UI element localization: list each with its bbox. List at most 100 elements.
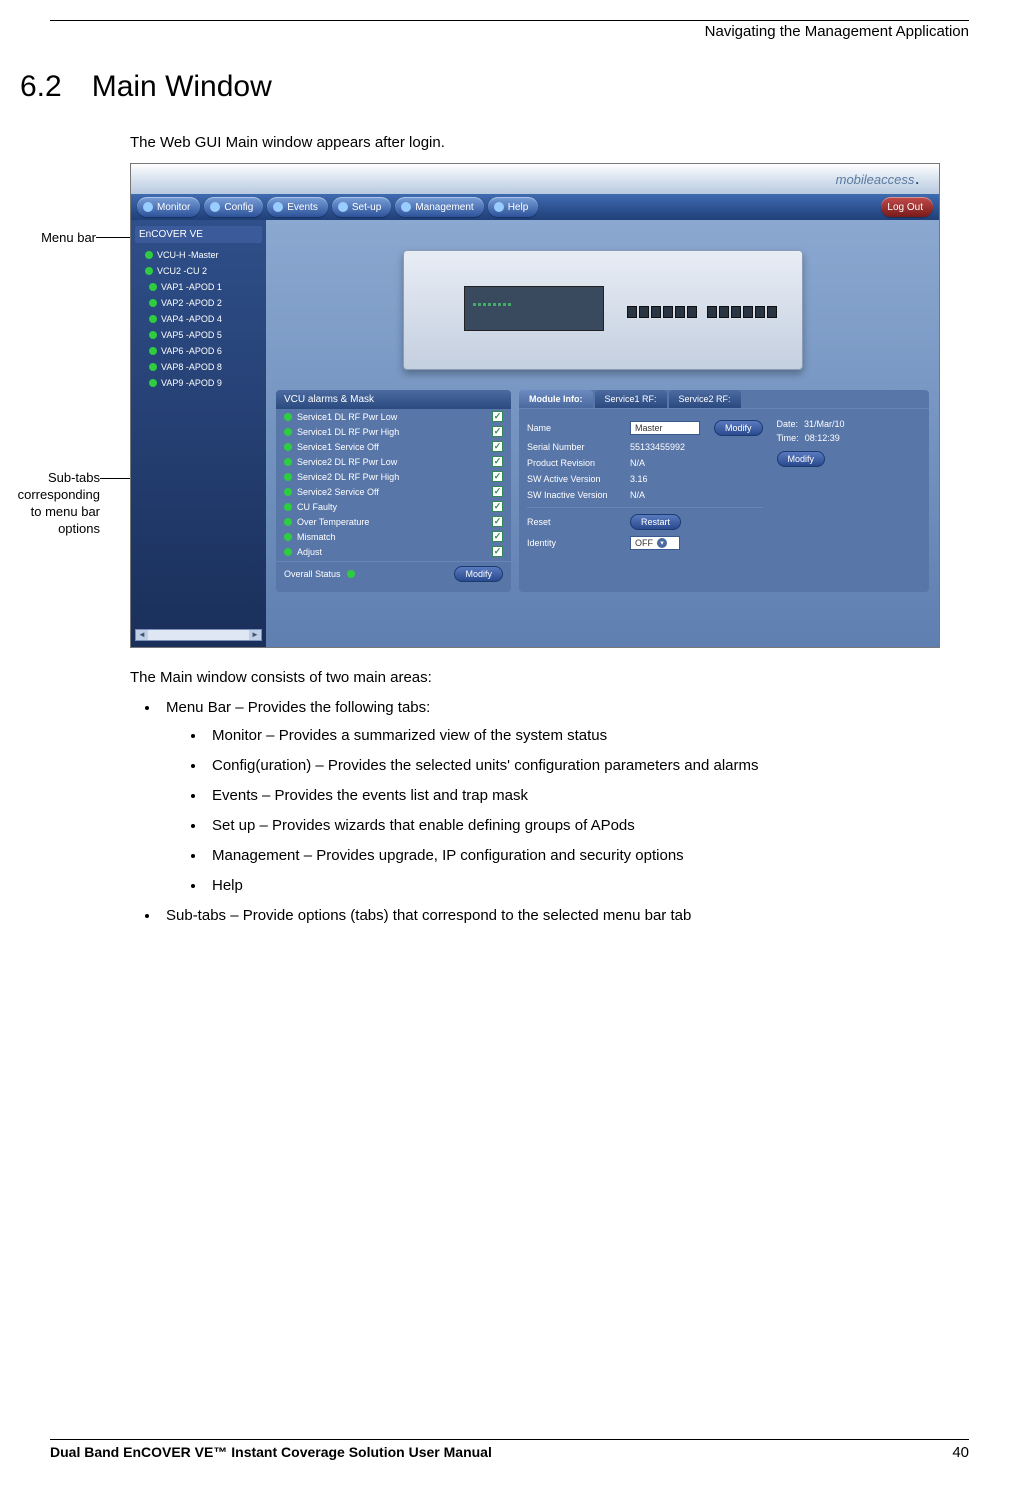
tab-service1-rf[interactable]: Service1 RF:: [595, 390, 667, 408]
alarm-checkbox[interactable]: ✓: [492, 441, 503, 452]
menu-management[interactable]: Management: [395, 197, 483, 217]
alarm-row: CU Faulty✓: [276, 499, 511, 514]
brand-banner: mobileaccess.: [131, 164, 939, 194]
status-dot-icon: [284, 458, 292, 466]
tree-node[interactable]: VAP9 -APOD 9: [135, 375, 262, 391]
datetime-modify-button[interactable]: Modify: [777, 451, 826, 467]
date-time-block: Date:31/Mar/10 Time:08:12:39 Modify: [777, 417, 845, 553]
sub-bullet: Set up – Provides wizards that enable de…: [206, 814, 969, 838]
lead-text: The Main window consists of two main are…: [130, 666, 969, 690]
tree-node-label: VAP9 -APOD 9: [161, 378, 222, 388]
scroll-left-icon[interactable]: ◄: [136, 630, 148, 640]
sav-label: SW Active Version: [527, 474, 622, 484]
scroll-right-icon[interactable]: ►: [249, 630, 261, 640]
monitor-icon: [143, 202, 153, 212]
logout-button[interactable]: Log Out: [881, 197, 933, 217]
sub-bullet: Events – Provides the events list and tr…: [206, 784, 969, 808]
alarm-checkbox[interactable]: ✓: [492, 516, 503, 527]
date-label: Date:: [777, 419, 799, 429]
section-number: 6.2: [20, 70, 62, 103]
status-dot-icon: [284, 533, 292, 541]
tab-service2-rf[interactable]: Service2 RF:: [669, 390, 741, 408]
tree-node-label: VCU2 -CU 2: [157, 266, 207, 276]
bullet-menu-bar: Menu Bar – Provides the following tabs: …: [160, 696, 969, 898]
menu-config[interactable]: Config: [204, 197, 263, 217]
tree-node-label: VAP5 -APOD 5: [161, 330, 222, 340]
module-info-panel: Module Info: Service1 RF: Service2 RF: N…: [519, 390, 929, 592]
tree-node-label: VAP6 -APOD 6: [161, 346, 222, 356]
overall-status-label: Overall Status: [284, 569, 341, 579]
body-text: The Main window consists of two main are…: [130, 666, 969, 928]
restart-button[interactable]: Restart: [630, 514, 681, 530]
alarms-header: VCU alarms & Mask: [276, 390, 511, 409]
tree-node[interactable]: VAP4 -APOD 4: [135, 311, 262, 327]
alarm-label: Service2 DL RF Pwr Low: [297, 457, 397, 467]
footer-title: Dual Band EnCOVER VE™ Instant Coverage S…: [50, 1444, 492, 1461]
tree-node[interactable]: VAP5 -APOD 5: [135, 327, 262, 343]
identity-select[interactable]: OFF▾: [630, 536, 680, 550]
device-illustration: [403, 250, 803, 370]
module-tabs: Module Info: Service1 RF: Service2 RF:: [519, 390, 929, 408]
alarm-checkbox[interactable]: ✓: [492, 486, 503, 497]
alarms-panel: VCU alarms & Mask Service1 DL RF Pwr Low…: [276, 390, 511, 592]
alarm-label: Service2 DL RF Pwr High: [297, 472, 399, 482]
alarm-checkbox[interactable]: ✓: [492, 471, 503, 482]
tab-module-info[interactable]: Module Info:: [519, 390, 593, 408]
tree-node-label: VAP4 -APOD 4: [161, 314, 222, 324]
pr-value: N/A: [630, 458, 645, 468]
alarm-label: Service2 Service Off: [297, 487, 379, 497]
sn-value: 55133455992: [630, 442, 685, 452]
menu-events[interactable]: Events: [267, 197, 328, 217]
alarm-checkbox[interactable]: ✓: [492, 426, 503, 437]
alarm-checkbox[interactable]: ✓: [492, 531, 503, 542]
bullet-sub-tabs: Sub-tabs – Provide options (tabs) that c…: [160, 904, 969, 928]
running-header: Navigating the Management Application: [50, 23, 969, 40]
time-value: 08:12:39: [805, 433, 840, 443]
alarm-checkbox[interactable]: ✓: [492, 546, 503, 557]
alarm-label: Service1 DL RF Pwr Low: [297, 412, 397, 422]
menu-monitor[interactable]: Monitor: [137, 197, 200, 217]
sub-bullet: Help: [206, 874, 969, 898]
tree-node[interactable]: VAP2 -APOD 2: [135, 295, 262, 311]
status-dot-icon: [284, 473, 292, 481]
tree-title: EnCOVER VE: [135, 226, 262, 243]
name-label: Name: [527, 423, 622, 433]
name-modify-button[interactable]: Modify: [714, 420, 763, 436]
alarm-row: Over Temperature ✓: [276, 514, 511, 529]
tree-node-label: VCU-H -Master: [157, 250, 219, 260]
status-dot-icon: [284, 518, 292, 526]
overall-status-row: Overall Status Modify: [276, 561, 511, 586]
status-dot-icon: [347, 570, 355, 578]
sn-label: Serial Number: [527, 442, 622, 452]
sub-bullet: Monitor – Provides a summarized view of …: [206, 724, 969, 748]
menu-bar: Monitor Config Events Set-up Management …: [131, 194, 939, 220]
alarm-checkbox[interactable]: ✓: [492, 411, 503, 422]
brand-logo: mobileaccess.: [836, 172, 919, 187]
status-dot-icon: [149, 379, 157, 387]
alarm-checkbox[interactable]: ✓: [492, 456, 503, 467]
tree-scrollbar[interactable]: ◄ ►: [135, 629, 262, 641]
alarm-checkbox[interactable]: ✓: [492, 501, 503, 512]
menu-setup[interactable]: Set-up: [332, 197, 391, 217]
alarm-row: Adjust✓: [276, 544, 511, 559]
reset-label: Reset: [527, 517, 622, 527]
name-field[interactable]: Master: [630, 421, 700, 435]
tree-node[interactable]: VAP1 -APOD 1: [135, 279, 262, 295]
tree-node[interactable]: VCU-H -Master: [135, 247, 262, 263]
main-area: VCU alarms & Mask Service1 DL RF Pwr Low…: [266, 220, 939, 647]
time-label: Time:: [777, 433, 799, 443]
status-dot-icon: [145, 267, 153, 275]
tree-node[interactable]: VAP6 -APOD 6: [135, 343, 262, 359]
management-icon: [401, 202, 411, 212]
alarm-label: Over Temperature: [297, 517, 369, 527]
status-dot-icon: [149, 283, 157, 291]
pr-label: Product Revision: [527, 458, 622, 468]
config-icon: [210, 202, 220, 212]
tree-node[interactable]: VAP8 -APOD 8: [135, 359, 262, 375]
menu-help[interactable]: Help: [488, 197, 539, 217]
section-title: Main Window: [92, 70, 272, 103]
tree-node[interactable]: VCU2 -CU 2: [135, 263, 262, 279]
alarm-row: Service1 DL RF Pwr High✓: [276, 424, 511, 439]
siv-label: SW Inactive Version: [527, 490, 622, 500]
alarms-modify-button[interactable]: Modify: [454, 566, 503, 582]
